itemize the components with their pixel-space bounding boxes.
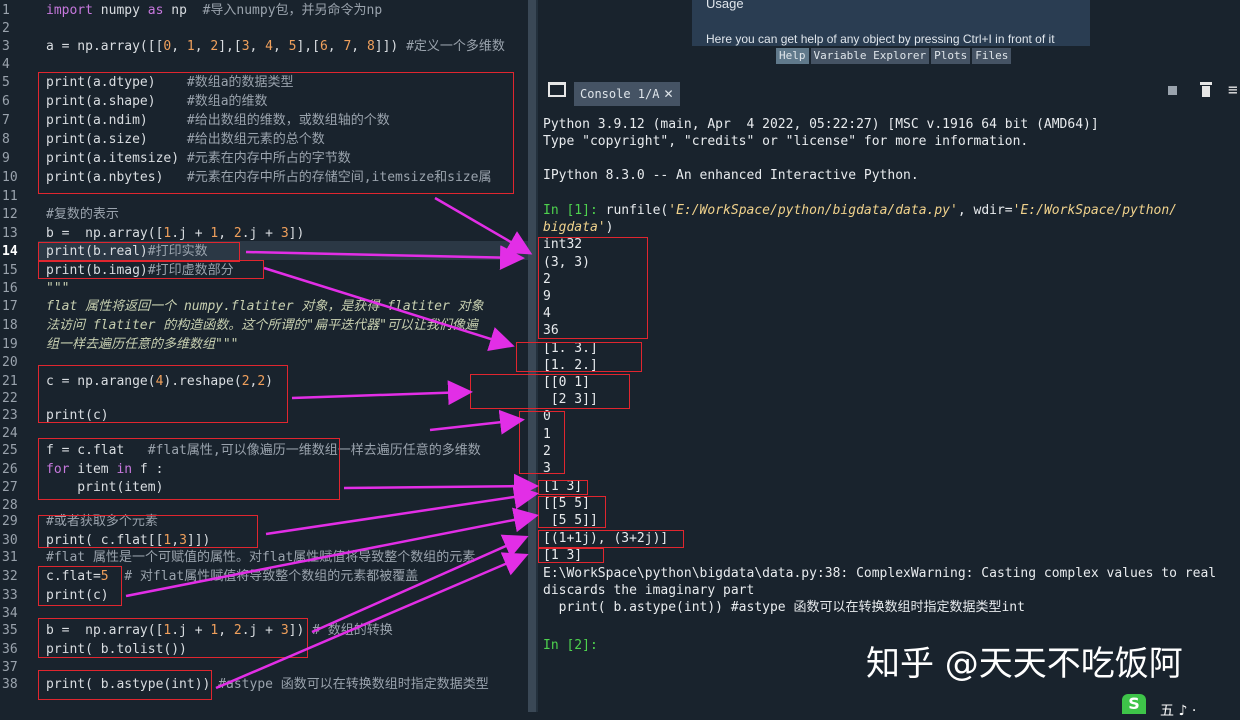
line-number: 19 (2, 337, 18, 352)
line-number: 29 (2, 514, 18, 529)
usage-title: Usage (706, 0, 744, 11)
ipython-console[interactable]: Python 3.9.12 (main, Apr 4 2022, 05:22:2… (470, 110, 1240, 712)
tray-text: 五 ♪ · (1160, 703, 1197, 719)
annotation-box-out-flat-index (538, 480, 588, 495)
annotation-box-real (38, 242, 240, 262)
console-tab-label: Console 1/A (580, 87, 660, 101)
console-input-2[interactable]: In [2]: (543, 637, 598, 654)
line-number: 16 (2, 281, 18, 296)
console-line: IPython 8.3.0 -- An enhanced Interactive… (543, 168, 919, 183)
warning-line: print( b.astype(int)) #astype 函数可以在转换数组时… (543, 600, 1025, 615)
line-number: 6 (2, 94, 10, 109)
line-number: 32 (2, 569, 18, 584)
annotation-box-astype (38, 670, 212, 700)
annotation-box-flat-assign (38, 566, 122, 606)
code-line-12[interactable]: #复数的表示 (46, 205, 119, 224)
annotation-box-imag (38, 260, 264, 279)
code-line-17[interactable]: flat 属性将返回一个 numpy.flatiter 对象，是获得 flati… (46, 297, 516, 316)
line-number: 23 (2, 408, 18, 423)
usage-box: Usage Here you can get help of any objec… (692, 0, 1090, 46)
line-number: 31 (2, 550, 18, 565)
tab-variable-explorer[interactable]: Variable Explorer (810, 48, 930, 64)
line-number: 15 (2, 263, 18, 278)
line-number: 7 (2, 113, 10, 128)
code-line-13[interactable]: b = np.array([1.j + 1, 2.j + 3]) (46, 224, 304, 243)
annotation-box-out-flat-loop (519, 411, 565, 474)
line-number: 38 (2, 677, 18, 692)
annotation-box-flat-loop (38, 438, 340, 500)
annotation-box-attributes (38, 72, 514, 194)
code-line-1[interactable]: import numpy as np #导入numpy包，并另命令为np (46, 1, 382, 20)
console-window-icon[interactable] (548, 82, 566, 97)
trash-icon[interactable] (1200, 82, 1212, 98)
tab-help[interactable]: Help (776, 48, 809, 64)
line-number: 8 (2, 132, 10, 147)
line-number: 12 (2, 207, 18, 222)
line-number: 36 (2, 642, 18, 657)
line-number: 5 (2, 75, 10, 90)
line-number: 3 (2, 39, 10, 54)
code-editor[interactable]: 1 2 3 4 5 6 7 8 9 10 11 12 13 14 15 16 17 18 19 20 21 22 23 24 2… (0, 0, 528, 712)
warning-line: discards the imaginary part (543, 583, 755, 598)
console-input-1-cont: bigdata') (543, 220, 614, 235)
line-number: 20 (2, 355, 18, 370)
line-number: 33 (2, 588, 18, 603)
stop-icon[interactable] (1168, 86, 1177, 95)
line-number: 11 (2, 189, 18, 204)
line-number: 4 (2, 57, 10, 72)
prompt-in-2: In [2]: (543, 638, 598, 653)
line-number: 10 (2, 170, 18, 185)
line-number: 14 (2, 244, 18, 259)
warning-line: E:\WorkSpace\python\bigdata\data.py:38: … (543, 566, 1217, 581)
help-pane: Usage Here you can get help of any objec… (538, 0, 1240, 70)
line-number-gutter: 1 2 3 4 5 6 7 8 9 10 11 12 13 14 15 16 17 18 19 20 21 22 23 24 2… (0, 0, 38, 712)
code-line-3[interactable]: a = np.array([[0, 1, 2],[3, 4, 5],[6, 7,… (46, 37, 505, 56)
usage-text: Here you can get help of any object by p… (706, 32, 1055, 46)
code-line-16[interactable]: """ (46, 279, 69, 298)
tab-files[interactable]: Files (972, 48, 1012, 64)
pane-tab-bar: Help Variable Explorer Plots Files (776, 48, 1013, 64)
annotation-box-arange (38, 365, 288, 423)
console-input-1: In [1]: runfile('E:/WorkSpace/python/big… (543, 203, 1178, 218)
tab-plots[interactable]: Plots (931, 48, 971, 64)
code-line-19[interactable]: 组一样去遍历任意的多维数组""" (46, 335, 238, 354)
annotation-box-out-flat-assign (538, 496, 606, 528)
line-number: 18 (2, 318, 18, 333)
tab-console[interactable]: Console 1/A ✕ (574, 82, 680, 106)
line-number: 9 (2, 151, 10, 166)
annotation-box-out-attributes (538, 237, 648, 339)
menu-dots-icon[interactable]: ≡ (1228, 80, 1238, 99)
line-number: 17 (2, 299, 18, 314)
ime-logo-icon: S (1122, 694, 1146, 714)
prompt-in-1: In [1]: (543, 203, 598, 218)
line-number: 13 (2, 226, 18, 241)
annotation-box-out-complex (516, 342, 642, 372)
console-line: Type "copyright", "credits" or "license"… (543, 134, 1029, 149)
code-line-18[interactable]: 法访问 flatiter 的构造函数。这个所谓的"扁平迭代器"可以让我们像遍 (46, 316, 516, 335)
line-number: 26 (2, 462, 18, 477)
annotation-box-out-arange (470, 374, 630, 409)
watermark-text: 知乎 @天天不吃饭阿 (866, 644, 1183, 684)
line-number: 25 (2, 443, 18, 458)
line-number: 35 (2, 623, 18, 638)
console-line: Python 3.9.12 (main, Apr 4 2022, 05:22:2… (543, 117, 1099, 132)
annotation-box-out-astype (538, 548, 604, 563)
close-icon[interactable]: ✕ (663, 87, 673, 101)
annotation-box-out-tolist (538, 530, 684, 548)
line-number: 1 (2, 3, 10, 18)
code-line-31[interactable]: #flat 属性是一个可赋值的属性。对flat属性赋值将导致整个数组的元素 (46, 548, 518, 567)
line-number: 2 (2, 21, 10, 36)
console-header: Console 1/A ✕ ≡ (538, 72, 1240, 110)
annotation-box-flat-index (38, 515, 258, 548)
annotation-box-tolist (38, 618, 308, 658)
line-number: 27 (2, 480, 18, 495)
